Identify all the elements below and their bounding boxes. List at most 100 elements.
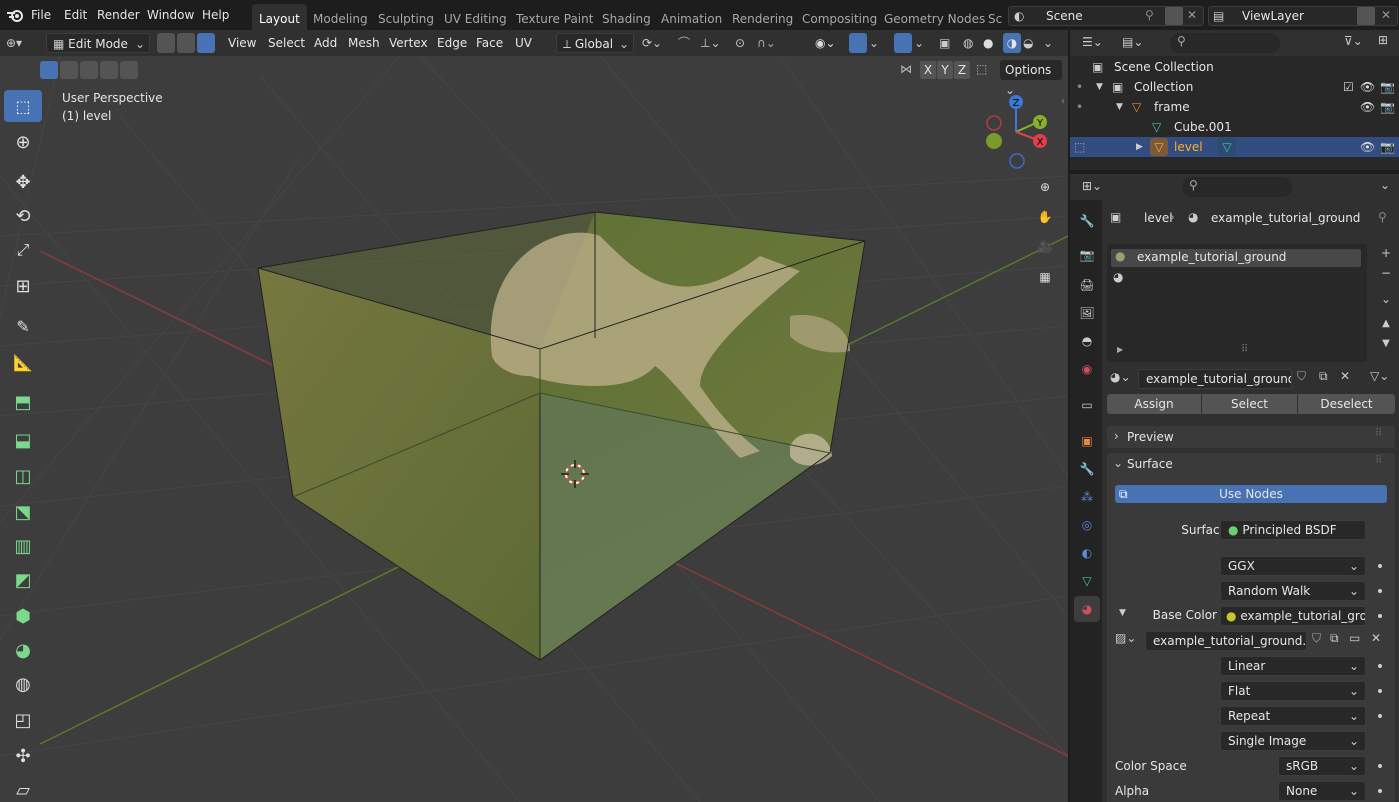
menu-render[interactable]: Render <box>97 8 140 22</box>
node-link-icon[interactable]: ▽⌄ <box>1370 369 1389 383</box>
menu-add[interactable]: Add <box>314 36 337 50</box>
move-tool[interactable]: ✥ <box>4 166 42 198</box>
fake-user-icon[interactable]: ⛉ <box>1312 631 1321 646</box>
select-box-tool[interactable]: ⬚ <box>4 90 42 122</box>
falloff-icon[interactable]: ∩⌄ <box>757 33 783 53</box>
editor-type-icon[interactable]: ⊕▾ <box>6 33 36 53</box>
select-intersect-icon[interactable] <box>120 61 138 79</box>
gizmo-toggle-icon[interactable] <box>849 33 867 53</box>
output-tab-icon[interactable]: 🖨 <box>1074 272 1100 298</box>
tab-animation[interactable]: Animation <box>654 4 729 30</box>
delete-scene-icon[interactable]: ✕ <box>1187 8 1197 22</box>
view-layer-selector[interactable]: ▤ ViewLayer ✕ <box>1208 6 1398 26</box>
select-invert-icon[interactable] <box>100 61 118 79</box>
material-tab-icon[interactable]: ◕ <box>1074 596 1100 622</box>
menu-edge[interactable]: Edge <box>437 36 467 50</box>
face-select-icon[interactable] <box>197 33 215 53</box>
menu-edit[interactable]: Edit <box>64 8 87 22</box>
unlink-icon[interactable]: ✕ <box>1371 631 1381 645</box>
image-browse-icon[interactable]: ▨⌄ <box>1115 631 1136 645</box>
navigation-gizmo[interactable]: Z Y X <box>980 92 1060 172</box>
filter-icon[interactable]: ⊽⌄ <box>1344 34 1363 48</box>
chevron-right-icon[interactable]: ▶ <box>1136 137 1143 157</box>
sidebar-toggle-icon[interactable]: ‹ <box>1061 96 1065 107</box>
duplicate-icon[interactable]: ⧉ <box>1319 369 1328 384</box>
smooth-tool[interactable]: ◍ <box>4 668 42 700</box>
shear-tool[interactable]: ▱ <box>4 774 42 802</box>
mirror-y-button[interactable]: Y <box>937 61 953 79</box>
menu-view[interactable]: View <box>228 36 256 50</box>
menu-mesh[interactable]: Mesh <box>348 36 380 50</box>
tab-geometry-nodes[interactable]: Geometry Nodes <box>877 4 992 30</box>
properties-search-input[interactable]: ⚲ <box>1182 177 1292 197</box>
rendered-shading-icon[interactable]: ◒ <box>1023 33 1041 53</box>
wireframe-shading-icon[interactable]: ◍ <box>963 33 981 53</box>
folder-icon[interactable]: ▭ <box>1349 631 1360 645</box>
eye-icon[interactable]: 👁 <box>1360 77 1375 97</box>
tab-rendering[interactable]: Rendering <box>725 4 800 30</box>
base-color-link-field[interactable]: ● example_tutorial_grou... <box>1220 606 1366 626</box>
object-tab-icon[interactable]: ▣ <box>1074 428 1100 454</box>
spin-tool[interactable]: ◕ <box>4 634 42 666</box>
eye-icon[interactable]: 👁 <box>1360 97 1375 117</box>
menu-select[interactable]: Select <box>268 36 305 50</box>
preview-panel-header[interactable]: › Preview ⠿ <box>1107 426 1395 448</box>
select-button[interactable]: Select <box>1202 394 1297 414</box>
measure-tool[interactable]: 📐 <box>4 346 42 378</box>
overlay-toggle-icon[interactable] <box>894 33 912 53</box>
blender-logo-icon[interactable] <box>6 7 24 23</box>
menu-file[interactable]: File <box>31 8 51 22</box>
outliner-row-frame[interactable]: • ▼ ▽ frame 👁 📷 <box>1070 97 1399 117</box>
chevron-down-icon[interactable]: ▼ <box>1116 97 1123 117</box>
data-tab-icon[interactable]: ▽ <box>1074 568 1100 594</box>
scene-name[interactable]: Scene <box>1046 9 1083 23</box>
mode-selector[interactable]: ▦ Edit Mode ⌄ <box>46 33 150 53</box>
menu-help[interactable]: Help <box>202 8 229 22</box>
new-collection-icon[interactable]: ⊞ <box>1378 33 1388 47</box>
transform-orientation-selector[interactable]: ⟂ Global ⌄ <box>556 33 634 53</box>
particles-tab-icon[interactable]: ⁂ <box>1074 484 1100 510</box>
view-layer-name[interactable]: ViewLayer <box>1242 9 1304 23</box>
remove-slot-icon[interactable]: − <box>1377 266 1395 284</box>
view-layer-tab-icon[interactable]: 🖼 <box>1074 300 1100 326</box>
material-browse-icon[interactable]: ◕⌄ <box>1110 370 1131 384</box>
transform-tool[interactable]: ⊞ <box>4 270 42 302</box>
color-space-dropdown[interactable]: sRGB ⌄ <box>1278 756 1366 776</box>
add-slot-icon[interactable]: + <box>1377 246 1395 264</box>
keyframe-dot[interactable] <box>1378 589 1382 593</box>
move-up-icon[interactable]: ▲ <box>1377 318 1395 336</box>
constraints-tab-icon[interactable]: ◐ <box>1074 540 1100 566</box>
chevron-down-icon[interactable]: ▼ <box>1096 77 1103 97</box>
chevron-down-icon[interactable]: ⌄ <box>1113 456 1123 470</box>
projection-dropdown[interactable]: Flat ⌄ <box>1220 681 1366 701</box>
delete-view-layer-icon[interactable]: ✕ <box>1381 8 1391 22</box>
pan-hand-icon[interactable]: ✋ <box>1034 206 1056 228</box>
chevron-down-icon[interactable]: ⌄ <box>1380 178 1390 192</box>
visibility-icon[interactable]: ◉⌄ <box>815 33 843 53</box>
camera-icon[interactable]: 📷 <box>1380 137 1395 157</box>
scene-selector[interactable]: ◐ Scene ⚲ ✕ <box>1008 6 1204 26</box>
camera-view-icon[interactable]: 🎥 <box>1034 236 1056 258</box>
image-name-field[interactable]: example_tutorial_ground.tif <box>1145 631 1307 651</box>
world-tab-icon[interactable]: ◉ <box>1074 356 1100 382</box>
extension-dropdown[interactable]: Repeat ⌄ <box>1220 706 1366 726</box>
outliner-row-level[interactable]: ⬚ ▶ ▽ level ▽ 👁 📷 <box>1070 137 1399 157</box>
outliner-row-cube-001[interactable]: ▽ Cube.001 <box>1070 117 1399 137</box>
annotate-tool[interactable]: ✎ <box>4 310 42 342</box>
pivot-point-icon[interactable]: ⟳⌄ <box>642 33 670 53</box>
loop-cut-tool[interactable]: ▥ <box>4 530 42 562</box>
pin-icon[interactable]: ⚲ <box>1378 210 1387 224</box>
eye-icon[interactable]: 👁 <box>1360 137 1375 157</box>
drag-handle-icon[interactable]: ⠿ <box>1375 455 1382 466</box>
keyframe-dot[interactable] <box>1378 614 1382 618</box>
render-tab-icon[interactable]: 📷 <box>1074 242 1100 268</box>
slot-specials-icon[interactable]: ⌄ <box>1377 292 1395 310</box>
material-slot-row[interactable]: ● example_tutorial_ground <box>1111 249 1361 267</box>
outliner-row-collection[interactable]: • ▼ ▣ Collection ☑ 👁 📷 <box>1070 77 1399 97</box>
tab-scripting[interactable]: Sc <box>981 4 1009 30</box>
resize-handle-icon[interactable]: ⠿ <box>1241 344 1248 355</box>
extrude-tool[interactable]: ⬓ <box>4 424 42 456</box>
keyframe-dot[interactable] <box>1378 789 1382 793</box>
knife-tool[interactable]: ◩ <box>4 564 42 596</box>
solid-shading-icon[interactable]: ● <box>983 33 1001 53</box>
